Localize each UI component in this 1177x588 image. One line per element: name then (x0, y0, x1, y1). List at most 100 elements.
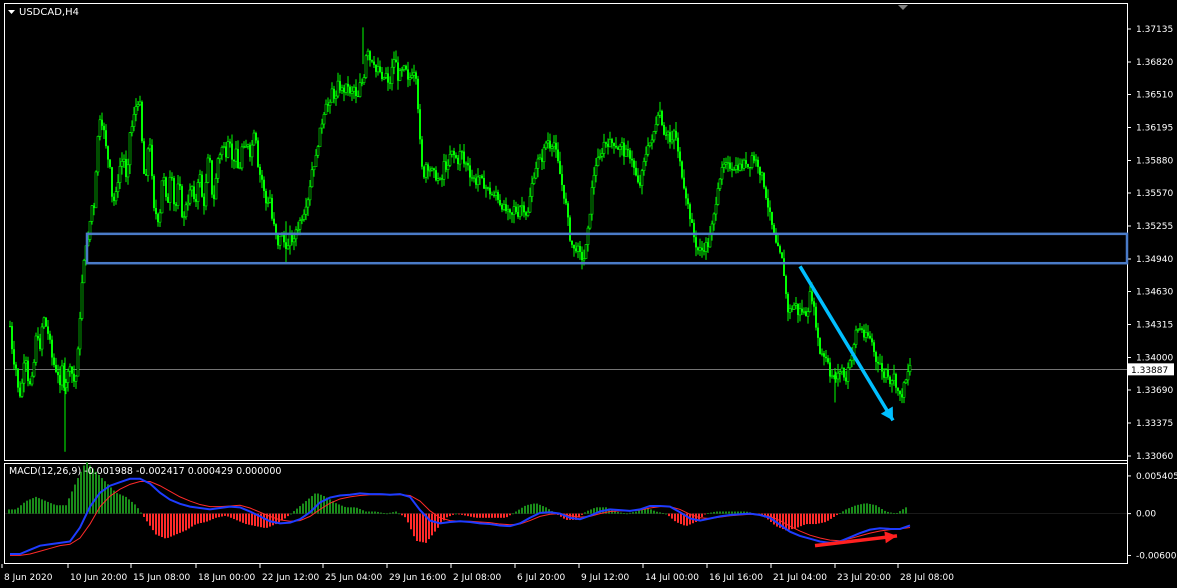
macd-histogram-bar (863, 503, 865, 514)
candle-body-bear (629, 150, 631, 159)
candle-body-bull (68, 366, 72, 372)
macd-histogram-bar (812, 513, 814, 525)
candle-body-bull (226, 141, 230, 158)
candle-body-bear (371, 60, 373, 62)
macd-histogram-bar (866, 503, 868, 514)
macd-histogram-bar (500, 513, 502, 518)
macd-histogram-bar (152, 513, 154, 531)
macd-histogram-bar (137, 508, 139, 514)
macd-histogram-bar (170, 513, 172, 537)
candle-body-bear (151, 144, 153, 176)
candle-body-bull (130, 126, 134, 134)
candle-body-bull (312, 166, 316, 171)
candle-body-bear (573, 244, 575, 249)
candle-body-bear (53, 357, 55, 365)
macd-histogram-bar (674, 513, 676, 522)
candle-body-bull (220, 147, 224, 156)
candle-body-bull (890, 380, 894, 385)
candle-body-bull (96, 136, 100, 173)
candle-body-bull (712, 213, 716, 225)
candle-body-bull (586, 227, 590, 245)
macd-histogram-bar (74, 484, 76, 514)
macd-histogram-bar (50, 503, 52, 514)
price-tick-label: 1.34315 (1136, 320, 1173, 330)
candle-body-bull (402, 65, 406, 70)
candle-body-bull (74, 375, 78, 382)
candle-body-bear (463, 151, 465, 164)
macd-histogram-bar (653, 510, 655, 514)
macd-histogram-bar (53, 504, 55, 514)
macd-histogram-bar (341, 505, 343, 514)
macd-histogram-bar (332, 501, 334, 514)
candle-body-bear (675, 130, 677, 138)
candle-body-bull (698, 247, 702, 251)
price-tick-label: 1.34940 (1136, 255, 1173, 265)
candle-body-bull (450, 150, 454, 155)
candle-body-bear (405, 65, 407, 70)
candle-body-bear (829, 362, 831, 377)
candle-body-bear (453, 151, 455, 156)
macd-histogram-bar (365, 511, 367, 514)
macd-histogram-bar (848, 508, 850, 514)
macd-histogram-bar (212, 513, 214, 520)
macd-histogram-bar (902, 509, 904, 514)
candle-body-bull (286, 245, 290, 250)
candle-body-bear (249, 144, 251, 157)
candle-body-bull (168, 176, 172, 203)
candle-body-bear (203, 196, 205, 206)
candle-body-bear (483, 178, 485, 189)
macd-histogram-bar (47, 501, 49, 514)
macd-histogram-bar (632, 512, 634, 514)
candle-body-bear (637, 175, 639, 183)
candle-body-bull (162, 177, 166, 182)
candle-body-bull (820, 353, 824, 355)
candle-body-bear (167, 196, 169, 203)
macd-histogram-bar (536, 503, 538, 514)
candle-body-bear (563, 184, 565, 199)
macd-histogram-bar (635, 511, 637, 514)
candle-body-bull (412, 72, 416, 76)
macd-histogram-bar (350, 507, 352, 514)
macd-histogram-bar (29, 499, 31, 514)
candle-body-bull (362, 77, 366, 83)
candle-body-bear (817, 327, 819, 338)
macd-histogram-bar (176, 513, 178, 535)
candle-body-bull (88, 221, 92, 240)
chart-title: USDCAD,H4 (19, 7, 79, 18)
macd-histogram-bar (95, 471, 97, 514)
macd-histogram-bar (377, 511, 379, 514)
price-tick-label: 1.33690 (1136, 386, 1173, 396)
candle-body-bull (538, 157, 542, 160)
candle-body-bear (419, 109, 421, 140)
macd-histogram-bar (845, 509, 847, 514)
macd-histogram-bar (656, 511, 658, 514)
macd-histogram-bar (314, 493, 316, 514)
candle-body-bear (613, 142, 615, 146)
macd-histogram-bar (584, 512, 586, 514)
candle-body-bear (469, 165, 471, 178)
macd-histogram-bar (167, 513, 169, 538)
macd-histogram-bar (368, 511, 370, 514)
candle-body-bull (246, 144, 250, 147)
candle-body-bull (20, 382, 24, 397)
candle-body-bull (42, 317, 46, 328)
candle-body-bear (229, 141, 231, 144)
candle-body-bear (701, 247, 703, 251)
macd-histogram-bar (251, 513, 253, 526)
price-tick-label: 1.33375 (1136, 419, 1173, 429)
candle-body-bull (128, 132, 132, 166)
macd-histogram-bar (338, 504, 340, 514)
candle-body-bear (211, 160, 213, 195)
candle-body-bull (858, 328, 862, 330)
candle-body-bull (136, 104, 140, 107)
candle-body-bull (120, 161, 124, 167)
candle-body-bear (677, 137, 679, 152)
candle-body-bull (794, 303, 798, 306)
macd-histogram-bar (482, 513, 484, 518)
macd-histogram-bar (110, 487, 112, 514)
candle-body-bull (122, 158, 126, 162)
macd-histogram-bar (470, 513, 472, 517)
candle-body-bear (259, 166, 261, 175)
candle-body-bear (421, 139, 423, 167)
macd-histogram-bar (23, 502, 25, 514)
